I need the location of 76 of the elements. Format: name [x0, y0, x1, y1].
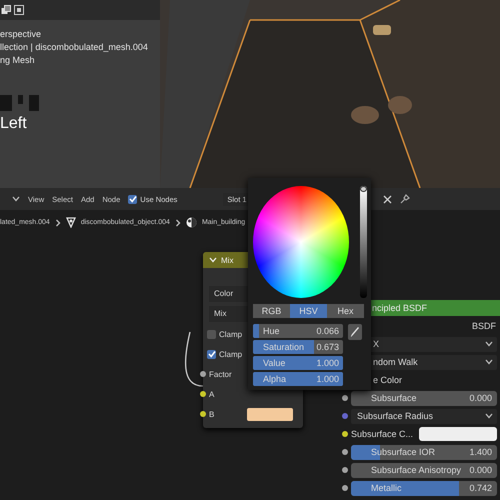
field-label: Alpha	[263, 374, 286, 384]
field-label: Hue	[263, 326, 280, 336]
slider-label: Metallic	[371, 483, 402, 493]
slider-label: Subsurface	[371, 393, 417, 403]
dropdown[interactable]: Subsurface Radius	[351, 408, 497, 424]
dropdown-label: Subsurface Radius	[357, 411, 434, 421]
input-socket[interactable]	[200, 371, 206, 377]
viewport-info-text: ng Mesh	[0, 55, 36, 65]
chevron-down-icon	[485, 413, 493, 419]
eyedropper-icon	[350, 326, 360, 338]
checkbox-label: Clamp	[219, 350, 242, 358]
chevron-right-icon	[174, 218, 181, 226]
value-field[interactable]: Hue 0.066	[253, 324, 343, 338]
pin-icon	[400, 194, 410, 204]
field-value: 0.066	[316, 326, 339, 336]
input-socket[interactable]	[342, 431, 348, 437]
material-sphere-icon	[186, 217, 197, 228]
input-socket[interactable]	[342, 467, 348, 473]
chevron-down-icon	[12, 196, 20, 202]
node-title: Mix	[221, 256, 234, 264]
checkmark-icon	[208, 350, 216, 358]
slider-value: 0.000	[469, 393, 492, 403]
value-handle[interactable]	[360, 186, 367, 192]
field-value: 1.000	[316, 358, 339, 368]
chevron-down-icon	[485, 359, 493, 365]
value-bar[interactable]	[360, 186, 367, 298]
mode-tab[interactable]: HSV	[290, 304, 327, 318]
property-label: e Color	[372, 375, 404, 385]
chevron-down-icon	[209, 257, 217, 263]
grid-icon	[14, 5, 24, 15]
checkbox-label: Clamp	[219, 330, 242, 338]
chevron-down-icon	[485, 341, 493, 347]
property-label: Subsurface C...	[351, 429, 414, 439]
slider-label: Subsurface Anisotropy	[371, 465, 462, 475]
view-name-label: Left	[0, 115, 28, 133]
viewport-info-text: erspective	[0, 29, 42, 39]
mode-tab[interactable]: RGB	[253, 304, 290, 318]
value-field[interactable]: Saturation 0.673	[253, 340, 343, 354]
input-socket[interactable]	[342, 449, 348, 455]
redaction-block	[29, 95, 39, 111]
object-icon	[66, 217, 76, 228]
dropdown-label: X	[373, 339, 380, 349]
field-value: 1.000	[316, 374, 339, 384]
value-slider[interactable]: Subsurface 0.000	[351, 390, 497, 406]
input-socket[interactable]	[200, 391, 206, 397]
checkbox[interactable]	[128, 194, 138, 204]
input-socket[interactable]	[342, 395, 348, 401]
socket-label: Factor	[209, 370, 232, 378]
field-value: 0.673	[316, 342, 339, 352]
slider-value: 1.400	[469, 447, 492, 457]
redaction-block	[18, 95, 23, 104]
viewport-info-text: llection | discombobulated_mesh.004	[0, 42, 149, 52]
input-socket[interactable]	[342, 413, 348, 419]
value-slider[interactable]: Subsurface Anisotropy 0.000	[351, 462, 497, 478]
eyedropper-button[interactable]	[348, 324, 362, 340]
input-socket[interactable]	[342, 485, 348, 491]
redaction-block	[0, 95, 12, 111]
field-label: Value	[263, 358, 286, 368]
socket-label: B	[209, 410, 214, 418]
slider-value: 0.000	[469, 465, 492, 475]
output-label: BSDF	[470, 320, 497, 333]
checkbox[interactable]	[207, 330, 216, 338]
mode-tab[interactable]: Hex	[327, 304, 364, 318]
socket-label: A	[209, 390, 214, 398]
dropdown-label: ndom Walk	[373, 357, 418, 367]
value-slider[interactable]: Metallic 0.742	[351, 480, 497, 496]
color-swatch[interactable]	[419, 427, 497, 441]
checkbox[interactable]	[207, 350, 216, 358]
squares-icon	[1, 5, 11, 15]
checkmark-icon	[128, 195, 137, 203]
slider-value: 0.742	[469, 483, 492, 493]
chevron-right-icon	[54, 218, 61, 226]
close-icon	[383, 194, 392, 204]
input-socket[interactable]	[200, 411, 206, 417]
field-label: Saturation	[263, 342, 304, 352]
color-swatch[interactable]	[247, 408, 294, 420]
